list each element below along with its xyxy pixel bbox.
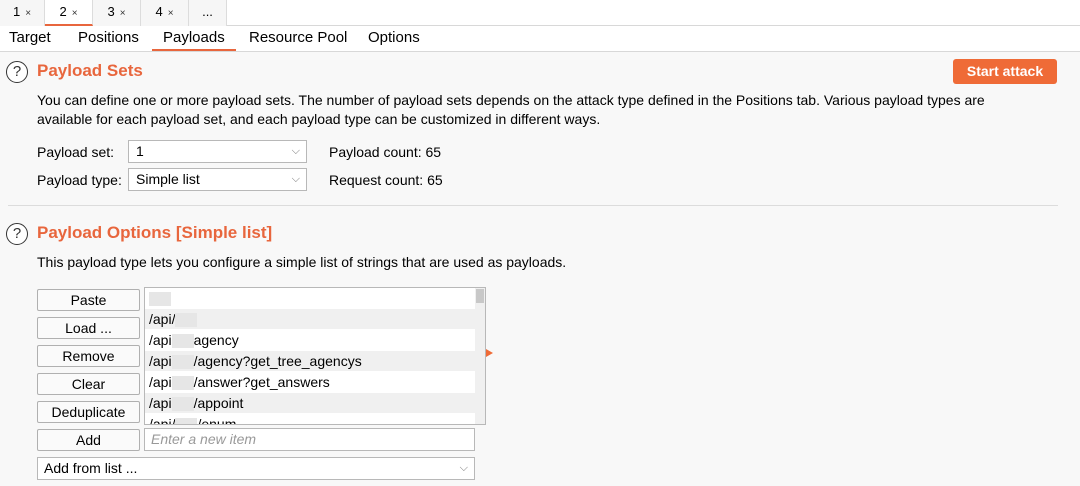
list-item[interactable]: /api//enum <box>145 414 475 424</box>
payload-count-label: Payload count: 65 <box>329 144 442 160</box>
tab-target[interactable]: Target <box>9 26 51 51</box>
request-count-label: Request count: 65 <box>329 172 443 188</box>
help-icon[interactable]: ? <box>6 223 28 245</box>
list-item[interactable] <box>145 288 475 308</box>
payload-list[interactable]: /api/ /api agency /api/agency?get_tree_ag… <box>144 287 486 425</box>
position-marker-icon <box>486 349 493 357</box>
start-attack-button[interactable]: Start attack <box>953 59 1057 84</box>
clear-button[interactable]: Clear <box>37 373 140 395</box>
redacted-segment <box>171 397 194 412</box>
close-icon[interactable]: × <box>168 8 174 19</box>
load-button[interactable]: Load ... <box>37 317 140 339</box>
scroll-thumb[interactable] <box>476 289 484 303</box>
list-item[interactable]: /api/ <box>145 309 475 329</box>
payload-sets-title: Payload Sets <box>37 61 143 80</box>
attack-tab-bar: 1 × 2 × 3 × 4 × ... <box>0 0 1080 26</box>
paste-button[interactable]: Paste <box>37 289 140 311</box>
redacted-segment <box>175 313 198 328</box>
attack-tab-more[interactable]: ... <box>189 0 227 26</box>
remove-button[interactable]: Remove <box>37 345 140 367</box>
chevron-down-icon: ⌵ <box>291 173 300 185</box>
payload-type-label: Payload type: <box>37 172 122 188</box>
tab-payloads[interactable]: Payloads <box>152 26 236 51</box>
payload-sets-description-line2: available for each payload set, and each… <box>37 111 601 127</box>
list-item[interactable]: /api/appoint <box>145 393 475 413</box>
close-icon[interactable]: × <box>72 8 78 19</box>
payload-sets-description-line1: You can define one or more payload sets.… <box>37 92 985 108</box>
list-item[interactable]: /api agency <box>145 330 475 350</box>
payload-set-select[interactable]: 1 ⌵ <box>128 140 307 163</box>
tab-resource-pool[interactable]: Resource Pool <box>249 26 347 51</box>
add-from-list-select[interactable]: Add from list ... ⌵ <box>37 457 475 480</box>
attack-tab-1[interactable]: 1 × <box>0 0 45 26</box>
add-button[interactable]: Add <box>37 429 140 451</box>
payloads-panel: ? Payload Sets Start attack You can defi… <box>0 52 1080 486</box>
attack-tab-3[interactable]: 3 × <box>93 0 141 26</box>
redacted-segment <box>175 418 198 424</box>
payload-options-description: This payload type lets you configure a s… <box>37 254 567 270</box>
redacted-segment <box>171 376 194 391</box>
intruder-subtabs: Target Positions Payloads Resource Pool … <box>0 26 1080 52</box>
redacted-segment <box>149 292 171 307</box>
tab-positions[interactable]: Positions <box>78 26 139 51</box>
tab-options[interactable]: Options <box>368 26 420 51</box>
payload-options-title: Payload Options [Simple list] <box>37 223 273 242</box>
close-icon[interactable]: × <box>120 8 126 19</box>
list-item[interactable]: /api/answer?get_answers <box>145 372 475 392</box>
request-count-value: 65 <box>427 172 443 188</box>
deduplicate-button[interactable]: Deduplicate <box>37 401 140 423</box>
new-item-input[interactable]: Enter a new item <box>144 428 475 451</box>
attack-tab-2[interactable]: 2 × <box>45 0 93 26</box>
redacted-segment <box>171 355 194 370</box>
chevron-down-icon: ⌵ <box>291 145 300 157</box>
section-divider <box>8 205 1058 206</box>
attack-tab-4[interactable]: 4 × <box>141 0 189 26</box>
chevron-down-icon: ⌵ <box>459 462 468 474</box>
payload-type-select[interactable]: Simple list ⌵ <box>128 168 307 191</box>
payload-count-value: 65 <box>425 144 442 160</box>
close-icon[interactable]: × <box>25 8 31 19</box>
payload-set-label: Payload set: <box>37 144 115 160</box>
list-item[interactable]: /api/agency?get_tree_agencys <box>145 351 475 371</box>
redacted-segment <box>171 334 194 349</box>
help-icon[interactable]: ? <box>6 61 28 83</box>
list-scrollbar[interactable] <box>475 288 485 424</box>
